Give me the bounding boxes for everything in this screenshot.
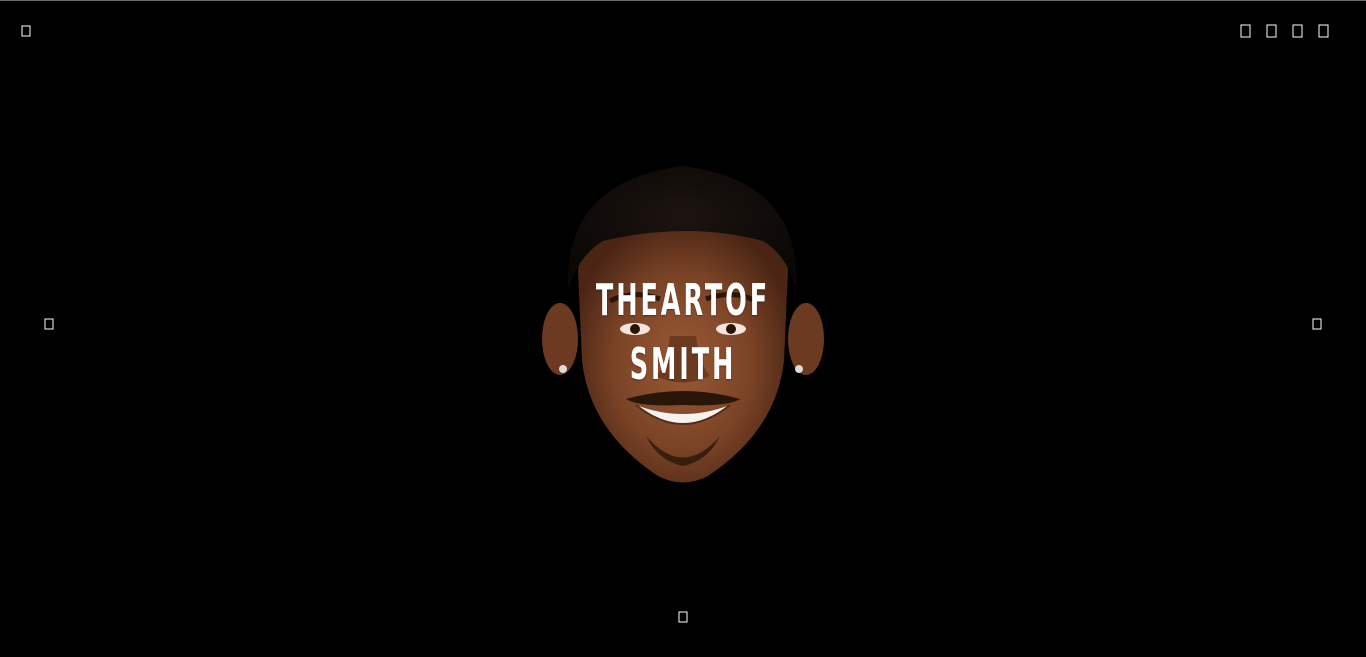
hero-title-line-2: SMITH <box>629 339 737 390</box>
social-links <box>1236 22 1332 40</box>
menu-icon[interactable] <box>17 22 35 40</box>
social-icon-4[interactable] <box>1314 22 1332 40</box>
social-icon-2[interactable] <box>1262 22 1280 40</box>
chevron-right-icon[interactable] <box>1308 315 1326 333</box>
hero-title-line-1: THEARTOF <box>595 275 771 326</box>
chevron-left-icon[interactable] <box>40 315 58 333</box>
social-icon-1[interactable] <box>1236 22 1254 40</box>
social-icon-3[interactable] <box>1288 22 1306 40</box>
page: THEARTOF SMITH <box>0 0 1366 657</box>
chevron-down-icon[interactable] <box>674 608 692 626</box>
hero-title: THEARTOF SMITH <box>287 269 1079 397</box>
